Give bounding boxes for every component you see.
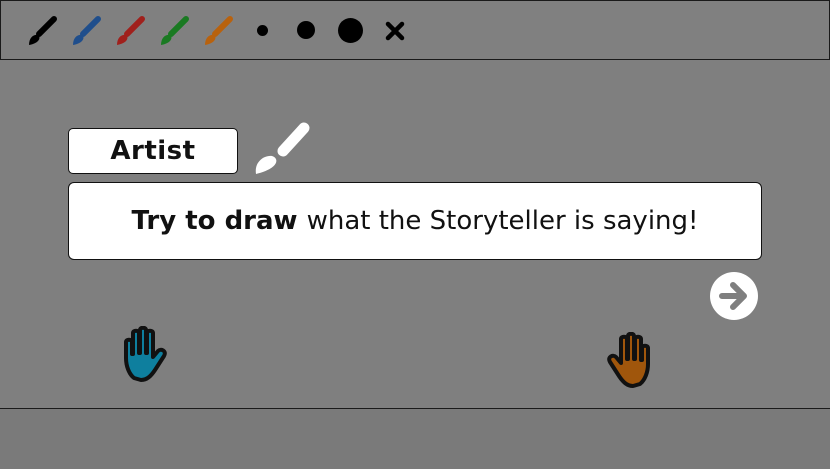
footer-bar: [0, 408, 830, 469]
instruction-panel: Try to draw what the Storyteller is sayi…: [68, 182, 762, 260]
instruction-emphasis: Try to draw: [131, 206, 298, 236]
blue-brush-icon[interactable]: [69, 15, 103, 49]
close-icon[interactable]: [383, 19, 407, 43]
red-brush-icon[interactable]: [113, 15, 147, 49]
brush-size-medium[interactable]: [297, 21, 315, 39]
brush-size-large[interactable]: [338, 18, 363, 43]
black-brush-icon[interactable]: [25, 15, 59, 49]
player-storyteller-hand-icon: [118, 325, 176, 390]
instruction-text: what the Storyteller is saying!: [306, 206, 699, 236]
green-brush-icon[interactable]: [157, 15, 191, 49]
arrow-right-icon: [719, 282, 747, 310]
brush-size-small[interactable]: [257, 25, 268, 36]
next-button[interactable]: [710, 272, 758, 320]
toolbar: [0, 0, 830, 60]
paintbrush-icon: [250, 120, 314, 184]
orange-brush-icon[interactable]: [201, 15, 235, 49]
player-artist-hand-icon: [598, 331, 656, 396]
role-label: Artist: [68, 128, 238, 174]
